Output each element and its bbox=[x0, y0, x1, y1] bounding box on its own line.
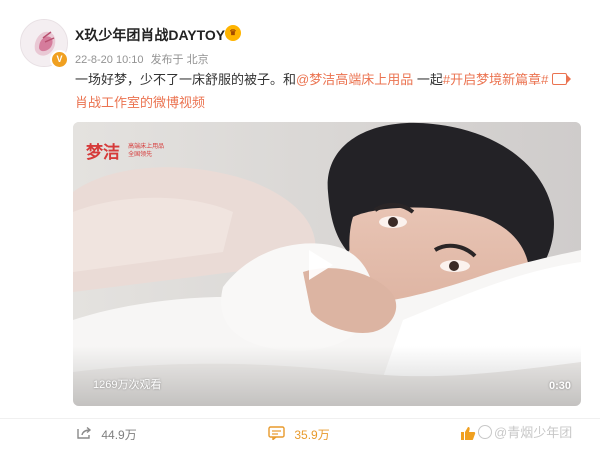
mention-link[interactable]: @梦洁高端床上用品 bbox=[296, 72, 413, 87]
brand-logo: 梦洁 高端床上用品 全国领先 bbox=[86, 138, 164, 163]
post-source: 发布于 北京 bbox=[150, 54, 209, 66]
video-view-count: 1269万次观看 bbox=[93, 379, 162, 391]
share-button[interactable]: 44.9万 bbox=[76, 426, 137, 444]
video-source-link[interactable]: 肖战工作室的微博视频 bbox=[75, 95, 205, 110]
video-duration: 0:30 bbox=[548, 380, 571, 392]
share-icon bbox=[76, 426, 92, 443]
action-bar-divider bbox=[0, 418, 600, 419]
hashtag-link[interactable]: #开启梦境新篇章# bbox=[443, 72, 548, 87]
comment-button[interactable]: 35.9万 bbox=[268, 426, 330, 444]
play-icon[interactable] bbox=[309, 250, 333, 280]
comment-icon bbox=[268, 426, 285, 443]
brand-tagline-line2: 全国领先 bbox=[128, 151, 153, 158]
post-text-part1: 一场好梦，少不了一床舒服的被子。和 bbox=[75, 72, 297, 87]
brand-name: 梦洁 bbox=[86, 143, 120, 162]
post-meta: 22-8-20 10:10 发布于 北京 bbox=[75, 51, 213, 67]
video-player[interactable]: 梦洁 高端床上用品 全国领先 1269万次观看 0:30 bbox=[73, 122, 581, 406]
watermark: @青烟少年团 bbox=[478, 422, 572, 441]
video-camera-icon bbox=[552, 73, 572, 85]
weibo-post-card: V X玖少年团肖战DAYTOY ♛ 22-8-20 10:10 发布于 北京 一… bbox=[0, 0, 600, 452]
watermark-logo-icon bbox=[478, 425, 492, 439]
post-author-name[interactable]: X玖少年团肖战DAYTOY bbox=[75, 25, 225, 45]
brand-tagline: 高端床上用品 全国领先 bbox=[128, 143, 164, 159]
post-text-part2: 一起 bbox=[413, 72, 443, 87]
post-text: 一场好梦，少不了一床舒服的被子。和@梦洁高端床上用品 一起#开启梦境新篇章# 肖战… bbox=[75, 68, 575, 114]
brand-tagline-line1: 高端床上用品 bbox=[128, 143, 165, 150]
post-timestamp[interactable]: 22-8-20 10:10 bbox=[75, 54, 144, 66]
share-count: 44.9万 bbox=[101, 428, 137, 442]
verified-badge-icon: V bbox=[50, 50, 69, 69]
vip-crown-icon[interactable]: ♛ bbox=[225, 25, 241, 41]
comment-count: 35.9万 bbox=[294, 428, 330, 442]
thumbs-up-icon bbox=[460, 426, 476, 444]
watermark-text: @青烟少年团 bbox=[494, 425, 573, 440]
